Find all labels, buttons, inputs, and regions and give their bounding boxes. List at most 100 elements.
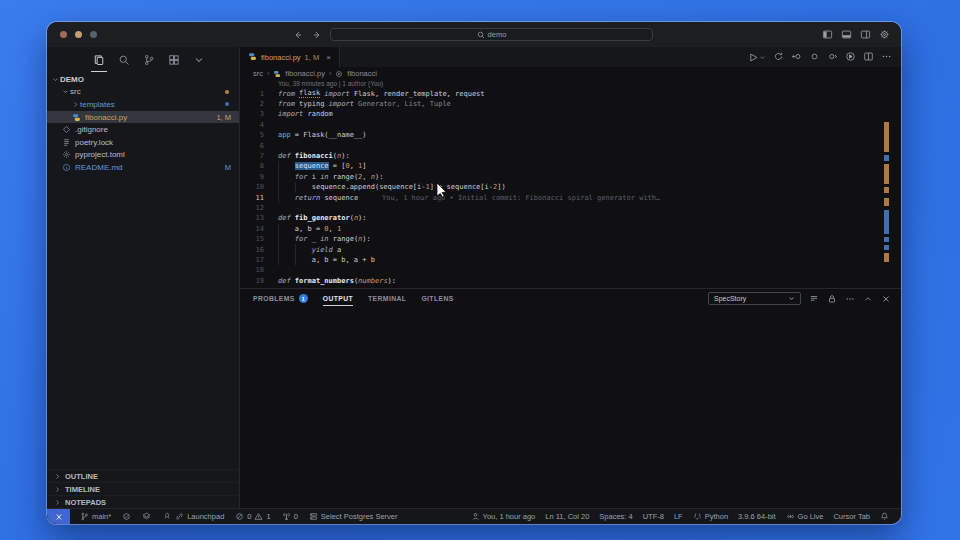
tree-item-src[interactable]: src — [47, 86, 239, 99]
tree-item-README.md[interactable]: README.mdM — [47, 161, 239, 174]
code-line-14[interactable]: 14 a, b = 0, 1 — [240, 224, 901, 234]
clear-output-icon[interactable] — [809, 294, 819, 304]
breadcrumb: src › fibonacci.py › fibonacci — [240, 67, 901, 80]
breadcrumb-file[interactable]: fibonacci.py — [285, 69, 325, 78]
panel-tab-problems[interactable]: PROBLEMS1 — [253, 289, 308, 308]
diagnostics-status[interactable]: 01 — [235, 512, 270, 521]
panel-tab-gitlens[interactable]: GITLENS — [421, 289, 453, 308]
status-spaces-4[interactable]: Spaces: 4 — [599, 512, 632, 521]
overview-mark — [884, 155, 889, 161]
status-python[interactable]: Python — [693, 512, 728, 521]
code-line-12[interactable]: 12 — [240, 203, 901, 213]
code-line-3[interactable]: 3import random — [240, 109, 901, 119]
code-line-16[interactable]: 16 yield a — [240, 244, 901, 254]
status-launchpad[interactable]: Launchpad — [162, 512, 224, 521]
tree-item-fibonacci.py[interactable]: fibonacci.py1, M — [47, 111, 239, 124]
tree-item-pyproject.toml[interactable]: pyproject.toml — [47, 149, 239, 162]
status-layers[interactable] — [142, 512, 151, 521]
status-ln-11-col-20[interactable]: Ln 11, Col 20 — [545, 512, 589, 521]
status-lf[interactable]: LF — [674, 512, 683, 521]
status-select-postgres-server[interactable]: Select Postgres Server — [309, 512, 398, 521]
status-cursor-tab[interactable]: Cursor Tab — [833, 512, 870, 521]
more-actions-icon[interactable] — [881, 48, 892, 66]
status-main-[interactable]: main* — [80, 512, 111, 521]
code-line-17[interactable]: 17 a, b = b, a + b — [240, 255, 901, 265]
run-python-icon[interactable] — [748, 52, 766, 63]
overview-mark — [884, 245, 889, 250]
code-line-9[interactable]: 9 for i in range(2, n): — [240, 172, 901, 182]
section-notepads[interactable]: NOTEPADS — [47, 495, 239, 508]
breadcrumb-separator: › — [267, 70, 269, 77]
section-outline[interactable]: OUTLINE — [47, 469, 239, 482]
code-line-2[interactable]: 2from typing import Generator, List, Tup… — [240, 99, 901, 109]
forward-icon[interactable] — [312, 26, 322, 44]
status-0[interactable]: 0 — [282, 512, 298, 521]
close-window-button[interactable] — [60, 31, 67, 38]
code-line-4[interactable]: 4 — [240, 120, 901, 130]
code-line-19[interactable]: 19def format_numbers(numbers): — [240, 276, 901, 286]
zoom-window-button[interactable] — [90, 31, 97, 38]
files-icon[interactable] — [93, 47, 105, 73]
chevron-down-icon[interactable] — [193, 47, 205, 73]
extensions-icon[interactable] — [168, 47, 180, 73]
overview-mark — [884, 237, 889, 242]
code-line-5[interactable]: 5app = Flask(__name__) — [240, 130, 901, 140]
source-control-icon[interactable] — [143, 47, 155, 73]
close-panel-icon[interactable] — [881, 294, 891, 304]
tree-item-poetry.lock[interactable]: poetry.lock — [47, 136, 239, 149]
output-panel-body[interactable] — [240, 308, 901, 508]
code-line-13[interactable]: 13def fib_generator(n): — [240, 213, 901, 223]
settings-gear-icon[interactable] — [879, 26, 890, 44]
search-icon[interactable] — [118, 47, 130, 73]
search-icon — [477, 31, 485, 39]
output-channel-select[interactable]: SpecStory — [708, 292, 801, 305]
code-line-10[interactable]: 10 sequence.append(sequence[i-1] + seque… — [240, 182, 901, 192]
app-window: demo DEMOsrctemplatesfibonacci.py1, M.gi… — [47, 22, 901, 524]
code-line-1[interactable]: 1from flask import Flask, render_templat… — [240, 89, 901, 99]
tree-item-templates[interactable]: templates — [47, 98, 239, 111]
code-line-8[interactable]: 8 sequence = [0, 1] — [240, 161, 901, 171]
code-line-11[interactable]: 11 return sequenceYou, 1 hour ago • Init… — [240, 192, 901, 202]
record-icon[interactable] — [809, 48, 820, 66]
toggle-sidebar-icon[interactable] — [822, 26, 833, 44]
code-line-6[interactable]: 6 — [240, 140, 901, 150]
code-line-7[interactable]: 7def fibonacci(n): — [240, 151, 901, 161]
lock-icon[interactable] — [827, 294, 837, 304]
debug-run-icon[interactable] — [845, 48, 856, 66]
line-number: 6 — [240, 142, 264, 150]
section-timeline[interactable]: TIMELINE — [47, 482, 239, 495]
status-3-9-6-64-bit[interactable]: 3.9.6 64-bit — [738, 512, 776, 521]
symbol-icon — [335, 70, 343, 78]
restart-icon[interactable] — [773, 48, 784, 66]
file-tree: DEMOsrctemplatesfibonacci.py1, M.gitigno… — [47, 73, 239, 174]
maximize-panel-icon[interactable] — [863, 294, 873, 304]
panel-tab-output[interactable]: OUTPUT — [323, 289, 353, 308]
more-icon[interactable] — [845, 294, 855, 304]
status-go-live[interactable]: Go Live — [786, 512, 824, 521]
tab-close-icon[interactable]: × — [326, 53, 331, 62]
status-sync[interactable] — [122, 512, 131, 521]
tree-root-demo[interactable]: DEMO — [47, 73, 239, 86]
code-line-15[interactable]: 15 for _ in range(n): — [240, 234, 901, 244]
split-editor-icon[interactable] — [863, 48, 874, 66]
status-utf-8[interactable]: UTF-8 — [643, 512, 664, 521]
toggle-panel-icon[interactable] — [841, 26, 852, 44]
step-back-icon[interactable] — [791, 48, 802, 66]
continue-icon[interactable] — [827, 48, 838, 66]
python-file-icon — [72, 113, 81, 122]
breadcrumb-src[interactable]: src — [253, 69, 263, 78]
panel-tab-terminal[interactable]: TERMINAL — [368, 289, 406, 308]
breadcrumb-symbol[interactable]: fibonacci — [347, 69, 377, 78]
command-center-search[interactable]: demo — [330, 28, 653, 41]
tree-item-.gitignore[interactable]: .gitignore — [47, 123, 239, 136]
code-line-18[interactable]: 18 — [240, 265, 901, 275]
remote-indicator[interactable] — [47, 509, 70, 524]
status-you-1-hour-ago[interactable]: You, 1 hour ago — [471, 512, 536, 521]
code-editor[interactable]: You, 38 minutes ago | 1 author (You) 1fr… — [240, 80, 901, 288]
tab-fibonacci[interactable]: fibonacci.py 1, M × — [240, 47, 340, 67]
codelens-annotation[interactable]: You, 38 minutes ago | 1 author (You) — [278, 80, 901, 89]
minimize-window-button[interactable] — [75, 31, 82, 38]
back-icon[interactable] — [293, 26, 303, 44]
status-bell[interactable] — [880, 512, 889, 521]
toggle-secondary-sidebar-icon[interactable] — [860, 26, 871, 44]
